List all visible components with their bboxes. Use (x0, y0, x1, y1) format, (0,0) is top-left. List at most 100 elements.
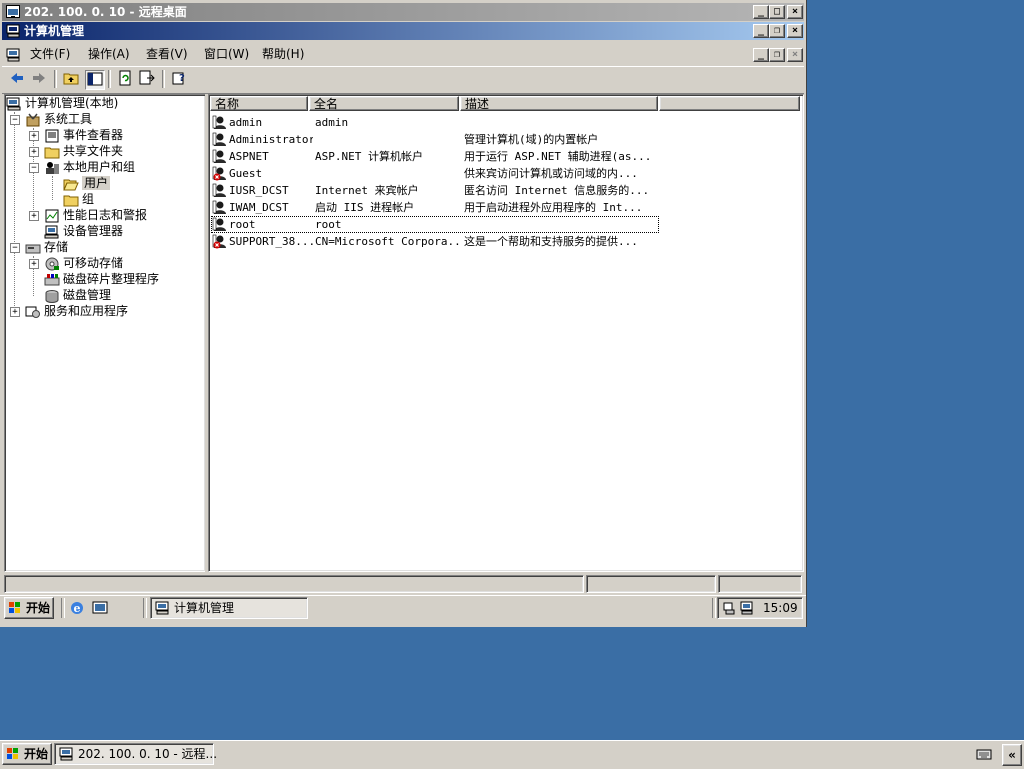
rdp-app-icon (6, 5, 20, 18)
up-icon[interactable] (62, 70, 80, 88)
tree-device-manager[interactable]: 设备管理器 (44, 223, 123, 239)
expander-services-apps[interactable]: + (10, 307, 20, 317)
network-icon[interactable] (722, 600, 736, 621)
inner-start-button[interactable]: 开始 (4, 597, 54, 619)
tree-services-apps[interactable]: 服务和应用程序 (25, 303, 128, 319)
mmc-restore-button[interactable]: ❐ (769, 24, 785, 38)
storage-icon (25, 241, 41, 255)
cell-name: Guest (229, 167, 263, 180)
forward-icon[interactable] (30, 70, 48, 88)
user-icon (212, 183, 226, 198)
tree-local-users[interactable]: 本地用户和组 (44, 159, 135, 175)
taskbar-separator (61, 598, 65, 618)
tree-system-tools[interactable]: 系统工具 (25, 111, 92, 127)
tree-disk-mgmt[interactable]: 磁盘管理 (44, 287, 111, 303)
folder-icon (44, 145, 60, 159)
perf-logs-icon (44, 209, 60, 223)
cell-name: ASPNET (229, 150, 269, 163)
tree-removable-storage-label: 可移动存储 (63, 256, 124, 270)
folder-icon (63, 193, 79, 207)
expander-local-users[interactable]: − (29, 163, 39, 173)
cell-name: SUPPORT_38... (229, 235, 313, 248)
rdp-close-button[interactable]: × (787, 5, 803, 19)
tree-root[interactable]: 计算机管理(本地) (6, 95, 118, 111)
refresh-icon[interactable] (116, 70, 134, 88)
outer-start-button[interactable]: 开始 (2, 743, 52, 765)
tree-groups[interactable]: 组 (63, 191, 94, 207)
tree-removable-storage[interactable]: 可移动存储 (44, 255, 123, 271)
help-icon[interactable]: ? (170, 70, 188, 88)
services-icon (25, 305, 41, 319)
user-disabled-icon (212, 166, 226, 181)
menu-window[interactable]: 窗口(W) (204, 43, 249, 65)
table-row[interactable]: ASPNET ASP.NET 计算机帐户 用于运行 ASP.NET 辅助进程(as.… (212, 148, 658, 165)
tree-shared-folders[interactable]: 共享文件夹 (44, 143, 123, 159)
child-minimize-button[interactable]: _ (753, 48, 769, 62)
outer-start-label: 开始 (24, 747, 49, 761)
tree-event-viewer-label: 事件查看器 (63, 128, 124, 142)
column-header-description[interactable]: 描述 (460, 96, 658, 111)
cell-description: 供来宾访问计算机或访问域的内... (464, 167, 638, 180)
table-row[interactable]: admin admin (212, 114, 658, 131)
cell-description: 这是一个帮助和支持服务的提供... (464, 235, 638, 248)
table-row[interactable]: IWAM_DCST 启动 IIS 进程帐户 用于启动进程外应用程序的 Int... (212, 199, 658, 216)
remote-desktop-window: 202. 100. 0. 10 - 远程桌面 _ □ × 计算机管理 _ ❐ ×… (0, 0, 807, 627)
cell-fullname: CN=Microsoft Corpora... (315, 235, 461, 248)
table-row[interactable]: IUSR_DCST Internet 来宾帐户 匿名访问 Internet 信息服务… (212, 182, 658, 199)
tree-perf-logs[interactable]: 性能日志和警报 (44, 207, 147, 223)
cell-fullname: 启动 IIS 进程帐户 (315, 201, 415, 214)
column-header-blank (659, 96, 800, 111)
outer-tray-chevron[interactable]: « (1002, 744, 1022, 766)
expander-storage[interactable]: − (10, 243, 20, 253)
tree-storage[interactable]: 存储 (25, 239, 68, 255)
expander-perf-logs[interactable]: + (29, 211, 39, 221)
show-desktop-icon[interactable] (92, 600, 108, 619)
users-group-icon (44, 161, 60, 175)
export-icon[interactable] (138, 70, 156, 88)
expander-event-viewer[interactable]: + (29, 131, 39, 141)
tree-users[interactable]: 用户 (63, 175, 111, 191)
status-bar-pane-3 (718, 575, 802, 593)
user-icon (212, 149, 226, 164)
toolbar-separator (162, 70, 165, 88)
show-tree-icon[interactable] (85, 70, 105, 90)
menu-action[interactable]: 操作(A) (88, 43, 130, 65)
tree-event-viewer[interactable]: 事件查看器 (44, 127, 123, 143)
column-header-name[interactable]: 名称 (210, 96, 308, 111)
inner-task-button[interactable]: 计算机管理 (150, 597, 308, 619)
table-row[interactable]: Administrator 管理计算机(域)的内置帐户 (212, 131, 658, 148)
tree-line (14, 112, 15, 314)
back-icon[interactable] (8, 70, 26, 88)
menu-help[interactable]: 帮助(H) (262, 43, 304, 65)
menu-file[interactable]: 文件(F) (30, 43, 70, 65)
rdp-maximize-button[interactable]: □ (769, 5, 785, 19)
tray-computer-icon[interactable] (740, 600, 754, 621)
keyboard-icon[interactable] (976, 747, 992, 764)
table-row[interactable]: SUPPORT_38... CN=Microsoft Corpora... 这是一个… (212, 233, 658, 250)
tree-defrag[interactable]: 磁盘碎片整理程序 (44, 271, 159, 287)
tree-users-label: 用户 (82, 176, 111, 190)
cell-description: 用于运行 ASP.NET 辅助进程(as... (464, 150, 652, 163)
tree-line (52, 176, 53, 200)
rdp-titlebar[interactable]: 202. 100. 0. 10 - 远程桌面 _ □ × (2, 3, 804, 21)
windows-logo-icon (8, 601, 22, 621)
cell-fullname: Internet 来宾帐户 (315, 184, 419, 197)
mmc-minimize-button[interactable]: _ (753, 24, 769, 38)
svg-text:e: e (74, 602, 81, 615)
expander-removable-storage[interactable]: + (29, 259, 39, 269)
child-close-button[interactable]: × (787, 48, 803, 62)
mmc-titlebar[interactable]: 计算机管理 _ ❐ × (2, 22, 804, 40)
rdp-minimize-button[interactable]: _ (753, 5, 769, 19)
cell-description: 管理计算机(域)的内置帐户 (464, 133, 599, 146)
child-restore-button[interactable]: ❐ (769, 48, 785, 62)
mmc-close-button[interactable]: × (787, 24, 803, 38)
ie-icon[interactable]: e (69, 600, 85, 619)
table-row[interactable]: Guest 供来宾访问计算机或访问域的内... (212, 165, 658, 182)
column-header-fullname[interactable]: 全名 (309, 96, 459, 111)
expander-system-tools[interactable]: − (10, 115, 20, 125)
cell-name: Administrator (229, 133, 313, 146)
tree-perf-logs-label: 性能日志和警报 (63, 208, 148, 222)
menu-view[interactable]: 查看(V) (146, 43, 188, 65)
expander-shared-folders[interactable]: + (29, 147, 39, 157)
outer-task-button[interactable]: 202. 100. 0. 10 - 远程... (54, 743, 217, 765)
